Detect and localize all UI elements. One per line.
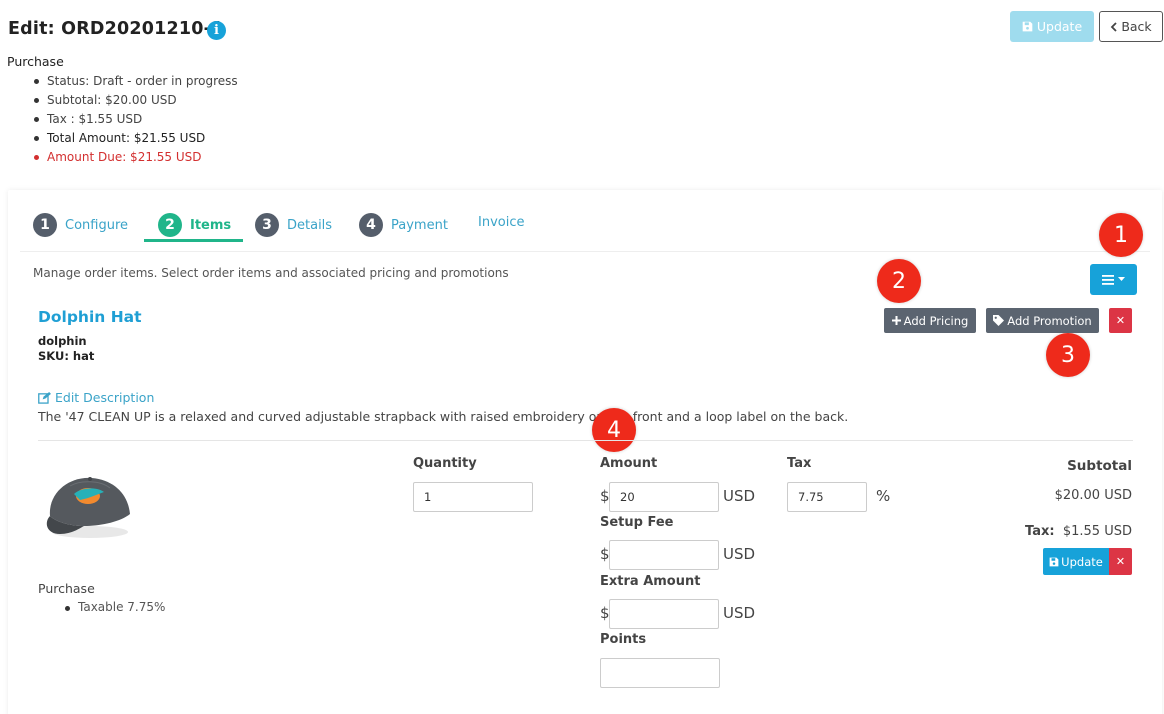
- points-input[interactable]: [600, 658, 720, 688]
- extra-amount-unit: USD: [723, 604, 756, 622]
- summary-tax: Tax : $1.55 USD: [34, 110, 238, 129]
- edit-icon: [38, 391, 51, 404]
- amount-input[interactable]: [609, 482, 719, 512]
- update-item-label: Update: [1061, 554, 1103, 569]
- section-divider: [38, 440, 1133, 441]
- item-tax-total-label: Tax:: [1025, 524, 1055, 539]
- callout-badge-2: 2: [877, 259, 921, 303]
- item-name-link[interactable]: Dolphin Hat: [38, 308, 142, 326]
- item-sku: SKU: hat: [38, 349, 95, 363]
- active-tab-indicator: [144, 239, 243, 242]
- callout-badge-3: 3: [1046, 333, 1090, 377]
- item-taxable-rate: Taxable 7.75%: [64, 600, 166, 614]
- summary-subtotal: Subtotal: $20.00 USD: [34, 91, 238, 110]
- product-image: [46, 477, 130, 538]
- add-promotion-button[interactable]: Add Promotion: [986, 308, 1099, 333]
- add-pricing-button[interactable]: Add Pricing: [884, 308, 976, 333]
- tab-label: Payment: [391, 217, 448, 233]
- summary-total: Total Amount: $21.55 USD: [34, 129, 238, 148]
- update-item-button[interactable]: Update: [1043, 548, 1109, 575]
- items-menu-button[interactable]: [1090, 264, 1137, 295]
- tab-number: 1: [33, 213, 57, 237]
- tab-label: Items: [190, 217, 232, 233]
- update-order-label: Update: [1036, 19, 1083, 34]
- tab-number: 3: [255, 213, 279, 237]
- back-label: Back: [1121, 19, 1152, 34]
- item-tax-total: Tax: $1.55 USD: [1025, 524, 1132, 539]
- item-tax-info-list: Taxable 7.75%: [64, 600, 166, 614]
- tab-payment[interactable]: 4 Payment: [359, 208, 448, 242]
- extra-amount-input[interactable]: [609, 599, 719, 629]
- tab-configure[interactable]: 1 Configure: [33, 208, 128, 242]
- items-panel: [20, 251, 1150, 714]
- tab-number: 4: [359, 213, 383, 237]
- item-tax-total-value: $1.55 USD: [1062, 524, 1132, 539]
- info-icon[interactable]: i: [207, 21, 226, 40]
- order-summary-list: Status: Draft - order in progress Subtot…: [34, 72, 238, 167]
- tab-number: 2: [158, 213, 182, 237]
- tab-label: Invoice: [478, 214, 525, 230]
- add-pricing-label: Add Pricing: [903, 313, 969, 328]
- item-code: dolphin: [38, 334, 87, 348]
- summary-heading: Purchase: [7, 54, 64, 69]
- tab-label: Details: [287, 217, 333, 233]
- items-panel-description: Manage order items. Select order items a…: [33, 266, 509, 280]
- subtotal-value: $20.00 USD: [1054, 488, 1132, 503]
- remove-item-button[interactable]: ✕: [1109, 308, 1132, 333]
- extra-amount-label: Extra Amount: [600, 574, 701, 589]
- summary-status: Status: Draft - order in progress: [34, 72, 238, 91]
- quantity-label: Quantity: [413, 456, 477, 471]
- bars-icon: [1102, 274, 1114, 285]
- save-icon: [1022, 21, 1033, 32]
- tax-label: Tax: [787, 456, 812, 471]
- amount-label: Amount: [600, 456, 658, 471]
- tax-input[interactable]: [787, 482, 867, 512]
- callout-badge-4: 4: [592, 408, 636, 452]
- caret-down-icon: [1118, 277, 1125, 281]
- edit-description-link[interactable]: Edit Description: [38, 390, 154, 405]
- times-icon: ✕: [1115, 314, 1126, 327]
- save-icon: [1049, 557, 1059, 566]
- back-button[interactable]: Back: [1099, 11, 1163, 42]
- edit-description-label: Edit Description: [55, 390, 155, 405]
- tab-details[interactable]: 3 Details: [255, 208, 332, 242]
- tax-unit: %: [876, 487, 891, 505]
- page-title: Edit: ORD20201210-1: [8, 19, 224, 39]
- plus-icon: [891, 316, 901, 325]
- tab-label: Configure: [65, 217, 129, 233]
- amount-unit: USD: [723, 487, 756, 505]
- delete-pricing-button[interactable]: ✕: [1109, 548, 1132, 575]
- callout-badge-1: 1: [1099, 213, 1143, 257]
- subtotal-label: Subtotal: [1067, 458, 1132, 474]
- tag-icon: [993, 315, 1005, 326]
- setup-fee-input[interactable]: [609, 540, 719, 570]
- summary-amount-due: Amount Due: $21.55 USD: [34, 148, 238, 167]
- tab-items[interactable]: 2 Items: [158, 208, 231, 242]
- setup-fee-unit: USD: [723, 545, 756, 563]
- points-label: Points: [600, 632, 647, 647]
- setup-fee-label: Setup Fee: [600, 515, 674, 530]
- times-icon: ✕: [1115, 555, 1126, 568]
- quantity-input[interactable]: [413, 482, 533, 512]
- update-order-button[interactable]: Update: [1010, 11, 1094, 42]
- item-purchase-heading: Purchase: [38, 581, 95, 596]
- add-promotion-label: Add Promotion: [1007, 313, 1092, 328]
- item-identifiers: dolphin SKU: hat: [38, 334, 94, 364]
- item-description: The '47 CLEAN UP is a relaxed and curved…: [38, 409, 849, 424]
- chevron-left-icon: [1111, 21, 1117, 32]
- tab-invoice[interactable]: Invoice: [478, 205, 524, 239]
